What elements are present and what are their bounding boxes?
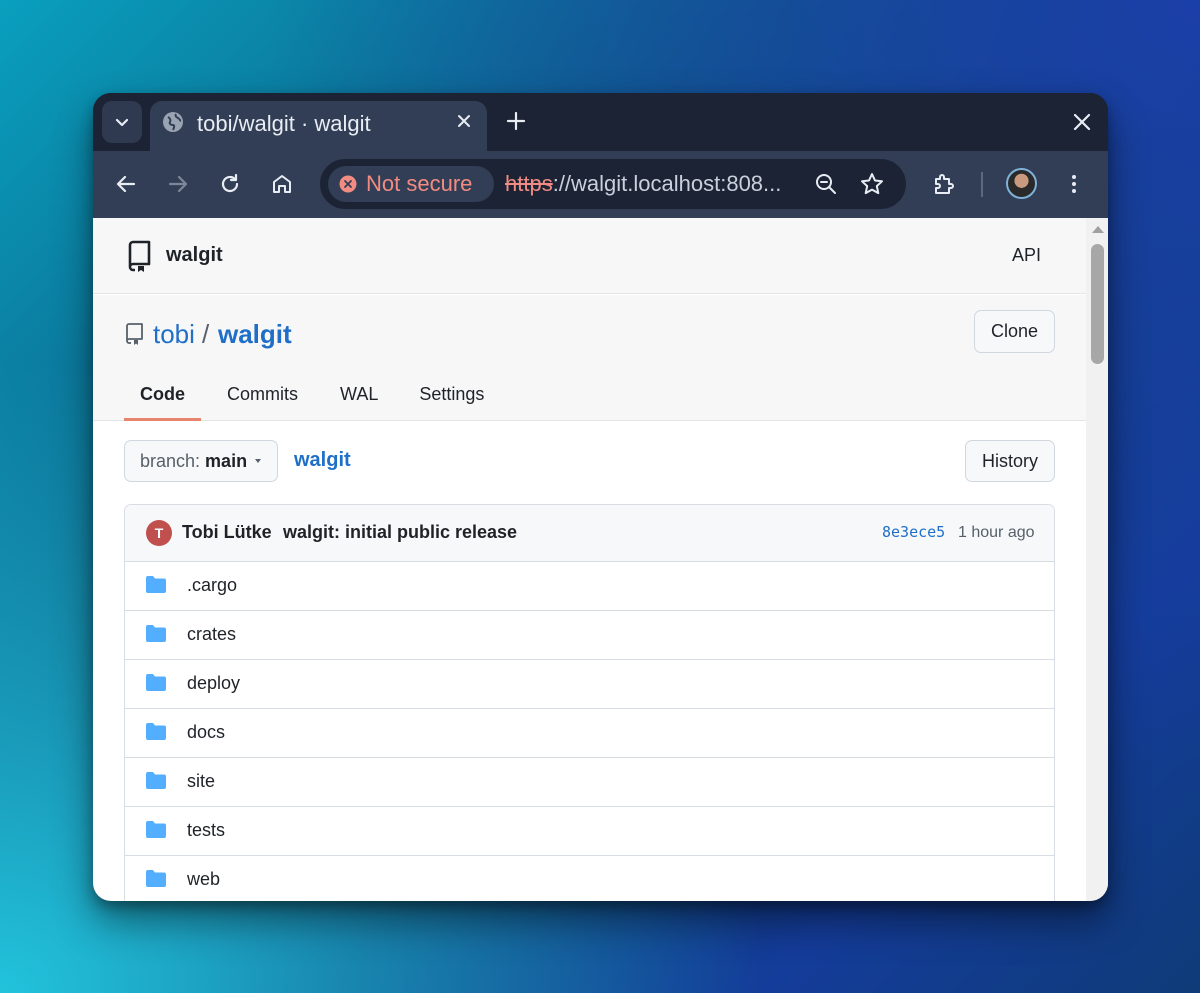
folder-icon [146,576,166,593]
back-arrow-icon[interactable] [113,171,139,197]
file-name[interactable]: web [187,869,220,890]
repo-header: tobi / walgit Clone Code Commits WAL Set… [93,295,1086,421]
tab-strip: tobi/walgit · walgit [93,93,1108,151]
site-header: walgit API [93,218,1086,294]
tab-code[interactable]: Code [124,377,201,421]
chevron-down-icon [115,118,129,127]
branch-prefix: branch: [140,450,201,471]
page: walgit API tobi / walgit Clone Code Comm… [93,218,1086,901]
file-row[interactable]: tests [125,807,1054,856]
commit-sha[interactable]: 8e3ece5 [882,523,945,541]
address-bar[interactable]: Not secure https://walgit.localhost:808.… [320,159,906,209]
file-name[interactable]: site [187,771,215,792]
file-row[interactable]: deploy [125,660,1054,709]
kebab-menu-icon[interactable] [1061,171,1087,197]
close-tab-icon[interactable] [454,111,474,131]
file-name[interactable]: .cargo [187,575,237,596]
site-logo-text[interactable]: walgit [166,244,223,267]
extensions-icon[interactable] [931,171,957,197]
repo-icon [126,323,143,345]
security-chip-label: Not secure [366,171,473,196]
forward-arrow-icon[interactable] [165,171,191,197]
folder-icon [146,821,166,838]
scroll-up-arrow-icon[interactable] [1092,226,1104,233]
file-name[interactable]: docs [187,722,225,743]
tab-wal[interactable]: WAL [340,377,378,421]
window-close-icon[interactable] [1071,111,1093,133]
author-avatar: T [146,520,172,546]
folder-icon [146,674,166,691]
folder-icon [146,772,166,789]
file-name[interactable]: tests [187,820,225,841]
breadcrumb-repo[interactable]: walgit [218,319,292,350]
branch-selector[interactable]: branch: main [124,440,278,482]
browser-tab[interactable]: tobi/walgit · walgit [150,101,487,151]
scrollbar[interactable] [1086,218,1108,901]
file-row[interactable]: .cargo [125,562,1054,611]
latest-commit-bar: T Tobi Lütke walgit: initial public rele… [125,505,1054,562]
zoom-out-icon[interactable] [813,171,839,197]
clone-button[interactable]: Clone [974,310,1055,353]
globe-icon [163,112,183,132]
tab-title: tobi/walgit · walgit [197,111,371,136]
new-tab-icon[interactable] [505,110,527,132]
tab-settings[interactable]: Settings [419,377,484,421]
file-row[interactable]: site [125,758,1054,807]
branch-name: main [205,450,248,471]
path-breadcrumb[interactable]: walgit [294,449,351,472]
url-scheme: https [505,171,553,196]
not-secure-icon [339,175,357,193]
url-text[interactable]: https://walgit.localhost:808... [505,171,781,197]
api-link[interactable]: API [1012,245,1041,266]
file-name[interactable]: crates [187,624,236,645]
home-icon[interactable] [269,171,295,197]
breadcrumb-owner[interactable]: tobi [153,319,195,350]
security-chip[interactable]: Not secure [328,166,494,202]
url-host: ://walgit.localhost:808... [552,171,782,196]
file-list: T Tobi Lütke walgit: initial public rele… [124,504,1055,901]
folder-icon [146,625,166,642]
browser-window: tobi/walgit · walgit Not secure https://… [93,93,1108,901]
tab-commits[interactable]: Commits [227,377,298,421]
bookmark-star-icon[interactable] [859,171,885,197]
browser-toolbar: Not secure https://walgit.localhost:808.… [93,151,1108,218]
history-button[interactable]: History [965,440,1055,482]
folder-icon [146,723,166,740]
file-name[interactable]: deploy [187,673,240,694]
scroll-thumb[interactable] [1091,244,1104,364]
repo-logo-icon[interactable] [126,240,152,272]
repo-tabs: Code Commits WAL Settings [124,377,484,421]
file-row[interactable]: docs [125,709,1054,758]
commit-message[interactable]: walgit: initial public release [283,522,517,543]
commit-time: 1 hour ago [958,524,1035,541]
file-row[interactable]: web [125,856,1054,901]
file-row[interactable]: crates [125,611,1054,660]
caret-down-icon [255,459,262,463]
commit-author[interactable]: Tobi Lütke [182,522,272,543]
page-viewport: walgit API tobi / walgit Clone Code Comm… [93,218,1108,901]
reload-icon[interactable] [217,171,243,197]
tab-search-button[interactable] [102,101,142,143]
breadcrumb-separator: / [202,319,210,349]
toolbar-divider [981,172,983,197]
profile-avatar[interactable] [1006,168,1037,199]
file-rows: .cargo crates deploy docs site tests web [125,562,1054,901]
folder-icon [146,870,166,887]
